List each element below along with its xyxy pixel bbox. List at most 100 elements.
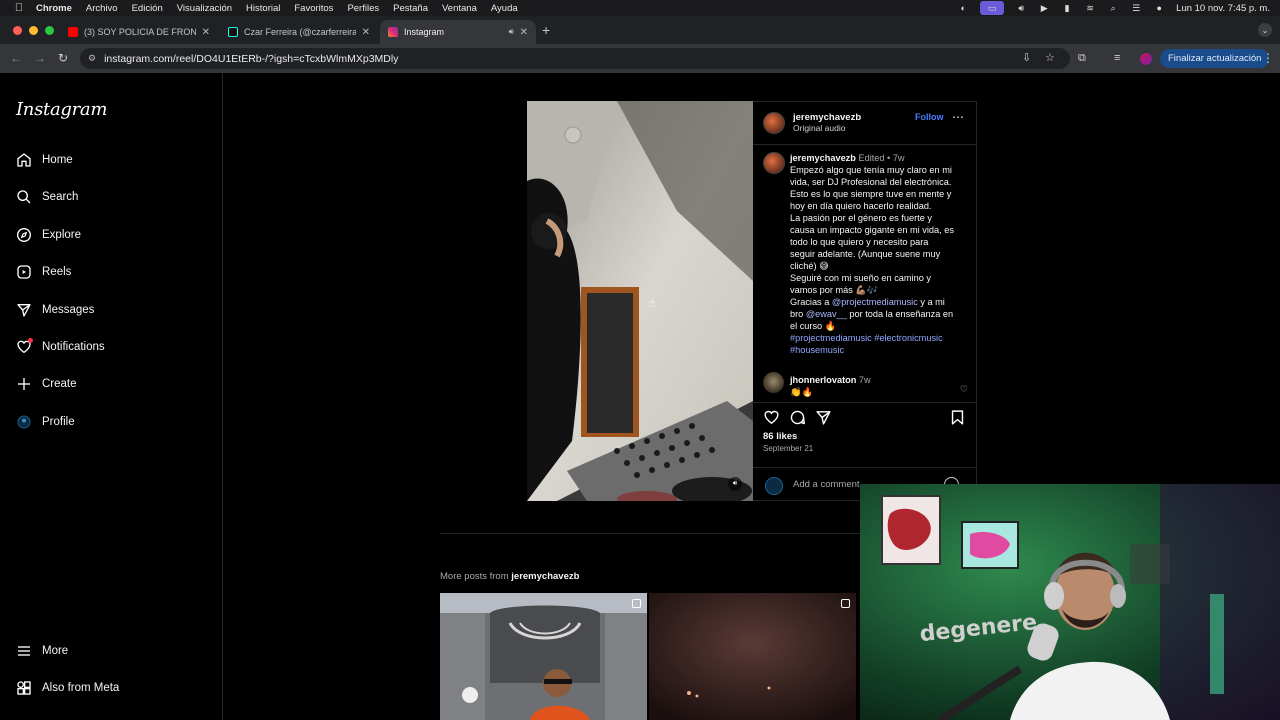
caption-line: Gracias a @projectmediamusic y a mi	[790, 296, 968, 308]
mention-link[interactable]: @projectmediamusic	[832, 297, 918, 307]
save-icon[interactable]	[949, 409, 966, 426]
sidebar-item-search[interactable]: Search	[15, 186, 78, 208]
sidebar-item-home[interactable]: Home	[15, 149, 73, 171]
caption-line: cliché) 😅	[790, 261, 829, 271]
avatar[interactable]	[763, 372, 784, 393]
sidebar-item-profile[interactable]: Profile	[15, 411, 75, 433]
notification-dot	[28, 338, 33, 343]
comment-time: 7w	[858, 375, 871, 385]
add-comment-input[interactable]: Add a comment...	[793, 479, 867, 490]
comment-text: jhonnerlovaton 7w 👏🔥	[790, 374, 871, 398]
sidebar-item-also-from-meta[interactable]: Also from Meta	[15, 677, 119, 699]
more-post-thumbnail[interactable]	[649, 593, 856, 720]
zoom-window-button[interactable]	[45, 26, 54, 35]
reload-button[interactable]: ↻	[58, 51, 68, 65]
tab-youtube[interactable]: (3) SOY POLICIA DE FRONTERA ✕	[60, 20, 218, 44]
minimize-window-button[interactable]	[29, 26, 38, 35]
menu-ayuda[interactable]: Ayuda	[491, 3, 518, 14]
extensions-icon[interactable]: ⧉	[1078, 52, 1086, 65]
chrome-menu-icon[interactable]: ⋮	[1262, 51, 1274, 65]
mention-link[interactable]: @ewav__	[806, 309, 847, 319]
tab-title: Czar Ferreira (@czarferreira)	[244, 27, 356, 37]
forward-button[interactable]: →	[34, 51, 46, 65]
tab-instagram[interactable]: Instagram 🔊︎ ✕	[380, 20, 536, 44]
media-controls-icon[interactable]: ≡	[1114, 52, 1120, 64]
menu-historial[interactable]: Historial	[246, 3, 280, 14]
close-window-button[interactable]	[13, 26, 22, 35]
reel-video[interactable]: 🔊︎	[527, 101, 753, 501]
finish-update-button[interactable]: Finalizar actualización	[1160, 49, 1270, 68]
site-info-icon[interactable]: ⚙	[88, 53, 96, 64]
caption-line: vamos por más 💪🏽🎶	[790, 285, 879, 295]
apple-icon[interactable]: 	[12, 2, 26, 14]
menu-archivo[interactable]: Archivo	[86, 3, 118, 14]
url-text[interactable]: instagram.com/reel/DO4U1EtERb-/?igsh=cTc…	[104, 53, 398, 65]
caption-line: bro @ewav__ por toda la enseñanza en	[790, 308, 968, 320]
close-tab-icon[interactable]: ✕	[520, 27, 528, 38]
address-bar[interactable]: ⚙ instagram.com/reel/DO4U1EtERb-/?igsh=c…	[80, 48, 1070, 69]
screen-mirror-icon[interactable]: ▭	[980, 1, 1005, 15]
battery-icon[interactable]: ▮	[1061, 3, 1073, 13]
siri-icon[interactable]: ●	[1153, 3, 1165, 13]
menu-edicion[interactable]: Edición	[132, 3, 163, 14]
sidebar-item-reels[interactable]: Reels	[15, 261, 71, 283]
profile-avatar[interactable]	[1140, 53, 1152, 65]
tab-title: Instagram	[404, 27, 445, 37]
window-controls	[13, 26, 54, 35]
tab-search-button[interactable]: ⌄	[1258, 23, 1272, 37]
caption-line: vida, ser DJ Profesional del electrónica…	[790, 177, 952, 187]
menu-perfiles[interactable]: Perfiles	[347, 3, 379, 14]
play-icon[interactable]: ▶	[1038, 3, 1050, 13]
more-options-icon[interactable]: ⋯	[952, 110, 964, 124]
avatar[interactable]	[763, 152, 785, 174]
more-post-thumbnail[interactable]	[440, 593, 647, 720]
instagram-logo[interactable]: Instagram	[16, 99, 107, 120]
comment-item: jhonnerlovaton 7w 👏🔥 ♡	[763, 372, 968, 397]
comment-username[interactable]: jhonnerlovaton	[790, 375, 856, 385]
caption-fragment: Gracias a	[790, 297, 832, 307]
wifi-icon[interactable]: ≋	[1084, 3, 1096, 13]
bookmark-star-icon[interactable]: ☆	[1045, 51, 1055, 64]
control-center-icon[interactable]: ☰	[1130, 3, 1142, 13]
close-tab-icon[interactable]: ✕	[202, 27, 210, 38]
sidebar-item-messages[interactable]: Messages	[15, 299, 94, 321]
sidebar-item-notifications[interactable]: Notifications	[15, 336, 105, 358]
home-icon	[15, 151, 33, 169]
webcam-overlay: degenere	[860, 484, 1280, 720]
like-icon[interactable]	[763, 409, 780, 426]
mute-toggle-icon[interactable]: 🔊︎	[728, 477, 742, 491]
install-app-icon[interactable]: ⇩	[1022, 51, 1031, 64]
search-icon	[15, 188, 33, 206]
new-tab-button[interactable]: +	[542, 22, 550, 38]
menu-app-chrome[interactable]: Chrome	[36, 3, 72, 14]
share-icon[interactable]	[815, 409, 832, 426]
post-username[interactable]: jeremychavezb	[793, 112, 861, 123]
back-button[interactable]: ←	[10, 51, 22, 65]
audio-playing-icon[interactable]: 🔊︎	[509, 27, 514, 37]
close-tab-icon[interactable]: ✕	[362, 27, 370, 38]
comment-like-icon[interactable]: ♡	[960, 384, 968, 395]
profile-icon	[15, 413, 33, 431]
avatar[interactable]	[763, 112, 785, 134]
follow-button[interactable]: Follow	[915, 112, 944, 122]
hashtag-links[interactable]: #projectmediamusic #electronicmusic	[790, 332, 968, 344]
more-posts-username[interactable]: jeremychavezb	[511, 571, 579, 582]
menu-clock[interactable]: Lun 10 nov. 7:45 p. m.	[1176, 3, 1270, 14]
caption-fragment: bro	[790, 309, 806, 319]
control-icon[interactable]: ◐	[957, 3, 969, 13]
hashtag-links[interactable]: #housemusic	[790, 344, 968, 356]
sidebar-item-create[interactable]: Create	[15, 373, 77, 395]
caption-username[interactable]: jeremychavezb	[790, 153, 856, 163]
menu-favoritos[interactable]: Favoritos	[294, 3, 333, 14]
spotlight-search-icon[interactable]: ⌕	[1107, 3, 1119, 13]
menu-ventana[interactable]: Ventana	[442, 3, 477, 14]
comment-icon[interactable]	[789, 409, 806, 426]
sidebar-item-explore[interactable]: Explore	[15, 224, 81, 246]
original-audio-link[interactable]: Original audio	[793, 123, 861, 134]
sidebar-item-more[interactable]: More	[15, 640, 68, 662]
volume-icon[interactable]: 🔊︎	[1015, 3, 1027, 13]
likes-count[interactable]: 86 likes	[763, 431, 797, 442]
menu-pestana[interactable]: Pestaña	[393, 3, 428, 14]
menu-visualizacion[interactable]: Visualización	[177, 3, 232, 14]
tab-tiktok[interactable]: Czar Ferreira (@czarferreira) ✕	[220, 20, 378, 44]
